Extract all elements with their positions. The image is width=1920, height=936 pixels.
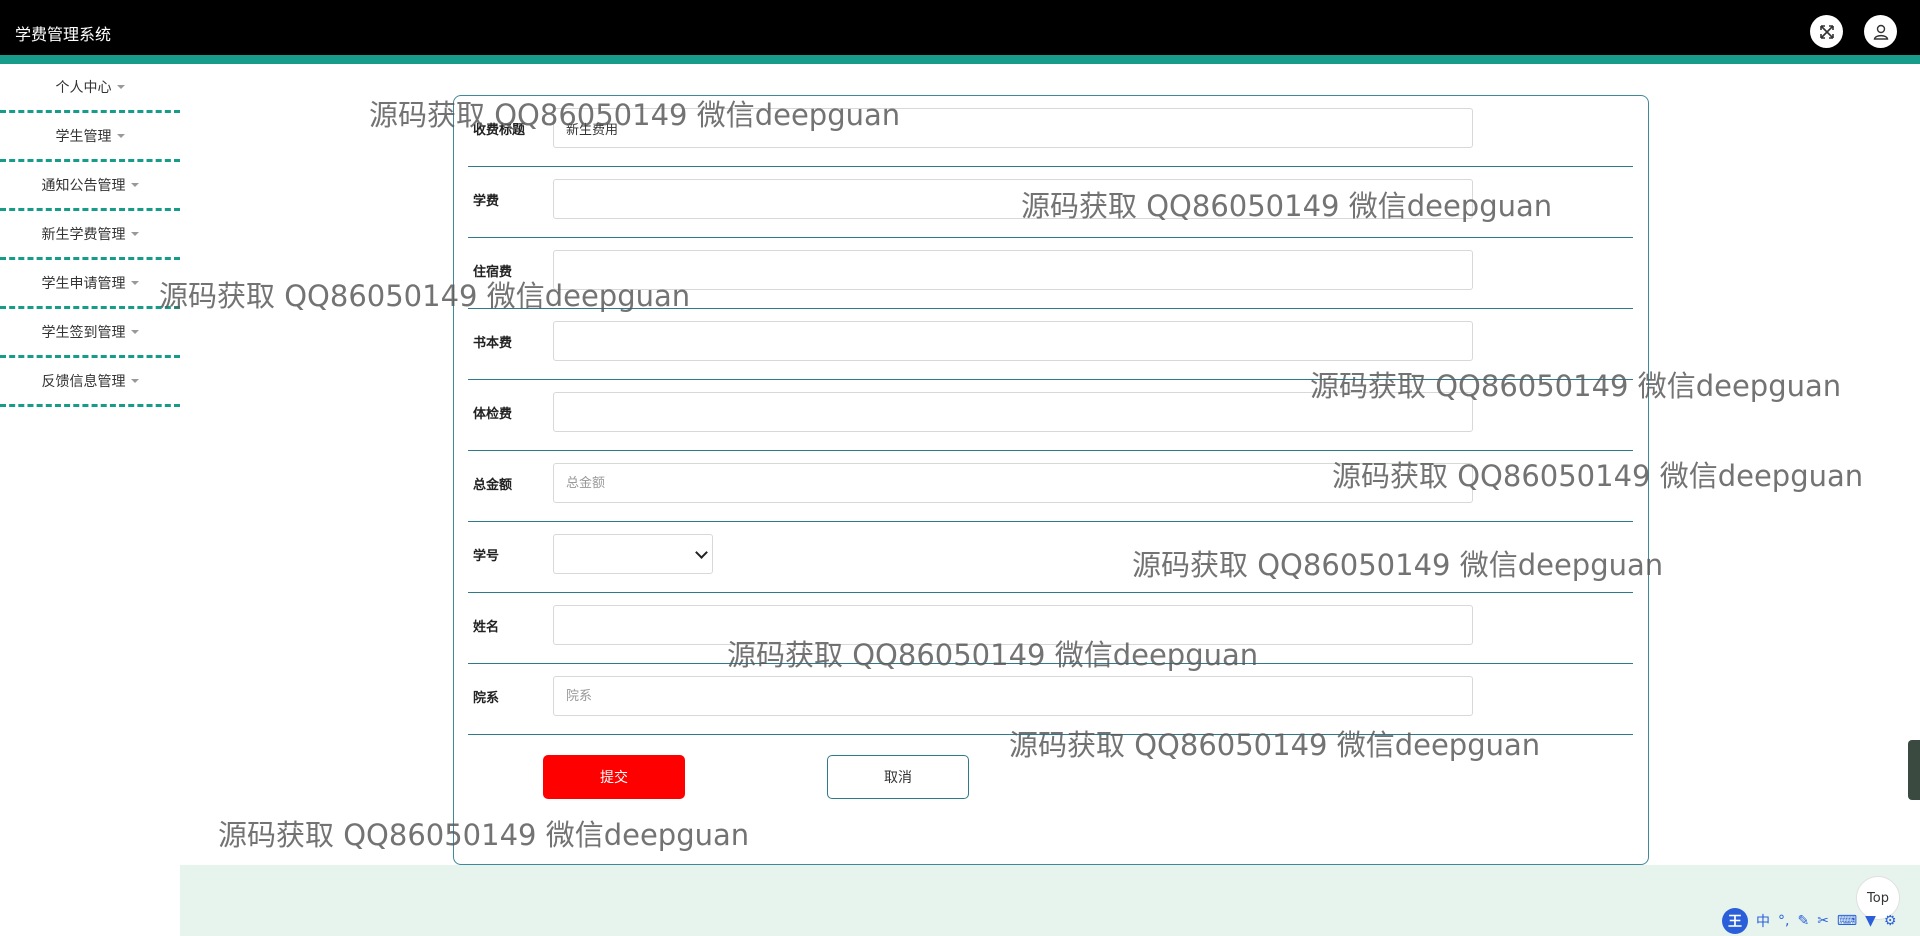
sidebar-item-label: 学生申请管理 xyxy=(41,276,126,292)
total-input[interactable] xyxy=(553,463,1473,503)
department-input[interactable] xyxy=(553,676,1473,716)
caret-down-icon xyxy=(130,379,139,383)
fee-form-panel: 收费标题 学费 住宿费 书本费 体检费 总金额 学号 姓名 院系 提交 取消 xyxy=(453,95,1649,865)
lodging-label: 住宿费 xyxy=(473,265,513,280)
sidebar-item-label: 新生学费管理 xyxy=(41,227,126,243)
tuition-input[interactable] xyxy=(553,179,1473,219)
scissors-icon[interactable]: ✂ xyxy=(1817,913,1829,929)
title-input[interactable] xyxy=(553,108,1473,148)
footer-band xyxy=(180,865,1920,936)
sidebar-item-feedback[interactable]: 反馈信息管理 xyxy=(0,358,180,407)
submit-button[interactable]: 提交 xyxy=(543,755,685,799)
keyboard-icon[interactable]: ⌨ xyxy=(1837,913,1857,929)
sidebar-item-label: 学生管理 xyxy=(55,129,112,145)
skin-icon[interactable]: ▼ xyxy=(1865,913,1876,929)
student-id-select[interactable] xyxy=(553,534,713,574)
form-row-medical: 体检费 xyxy=(468,380,1633,451)
user-icon[interactable] xyxy=(1864,15,1897,48)
form-row-name: 姓名 xyxy=(468,593,1633,664)
form-row-lodging: 住宿费 xyxy=(468,238,1633,309)
total-label: 总金额 xyxy=(473,478,513,493)
sidebar: 个人中心 学生管理 通知公告管理 新生学费管理 学生申请管理 学生签到管理 反馈… xyxy=(0,64,180,407)
sidebar-item-personal-center[interactable]: 个人中心 xyxy=(0,64,180,113)
caret-down-icon xyxy=(130,281,139,285)
cancel-button[interactable]: 取消 xyxy=(827,755,969,799)
lodging-input[interactable] xyxy=(553,250,1473,290)
sidebar-item-label: 学生签到管理 xyxy=(41,325,126,341)
sidebar-item-notices[interactable]: 通知公告管理 xyxy=(0,162,180,211)
punctuation-icon[interactable]: °, xyxy=(1778,913,1789,929)
medical-input[interactable] xyxy=(553,392,1473,432)
caret-down-icon xyxy=(130,232,139,236)
form-row-department: 院系 xyxy=(468,664,1633,735)
department-label: 院系 xyxy=(473,691,500,706)
sidebar-item-checkin[interactable]: 学生签到管理 xyxy=(0,309,180,358)
form-row-title: 收费标题 xyxy=(468,96,1633,167)
ime-mode-toggle[interactable]: 中 xyxy=(1756,911,1770,931)
side-drawer-handle[interactable] xyxy=(1908,740,1920,800)
caret-down-icon xyxy=(130,330,139,334)
pen-icon[interactable]: ✎ xyxy=(1797,913,1809,929)
form-row-tuition: 学费 xyxy=(468,167,1633,238)
medical-label: 体检费 xyxy=(473,407,513,422)
chevron-down-icon xyxy=(695,546,708,559)
sidebar-item-label: 通知公告管理 xyxy=(41,178,126,194)
name-input[interactable] xyxy=(553,605,1473,645)
caret-down-icon xyxy=(116,134,125,138)
sidebar-item-label: 反馈信息管理 xyxy=(41,374,126,390)
settings-icon[interactable]: ⚙ xyxy=(1884,913,1897,929)
header-accent-stripe xyxy=(0,55,1920,64)
ime-logo-icon[interactable]: 王 xyxy=(1722,908,1748,934)
caret-down-icon xyxy=(130,183,139,187)
tuition-label: 学费 xyxy=(473,194,500,209)
app-title: 学费管理系统 xyxy=(15,25,112,44)
books-input[interactable] xyxy=(553,321,1473,361)
books-label: 书本费 xyxy=(473,336,513,351)
sidebar-item-applications[interactable]: 学生申请管理 xyxy=(0,260,180,309)
fullscreen-icon[interactable] xyxy=(1810,15,1843,48)
top-bar: 学费管理系统 xyxy=(0,0,1920,55)
student-id-label: 学号 xyxy=(473,549,500,564)
title-label: 收费标题 xyxy=(473,123,526,138)
sidebar-item-tuition[interactable]: 新生学费管理 xyxy=(0,211,180,260)
form-row-total: 总金额 xyxy=(468,451,1633,522)
ime-toolbar: 王 中 °, ✎ ✂ ⌨ ▼ ⚙ xyxy=(1722,906,1920,936)
caret-down-icon xyxy=(116,85,125,89)
form-row-student-id: 学号 xyxy=(468,522,1633,593)
sidebar-item-students[interactable]: 学生管理 xyxy=(0,113,180,162)
sidebar-item-label: 个人中心 xyxy=(55,80,112,96)
form-row-books: 书本费 xyxy=(468,309,1633,380)
name-label: 姓名 xyxy=(473,620,500,635)
